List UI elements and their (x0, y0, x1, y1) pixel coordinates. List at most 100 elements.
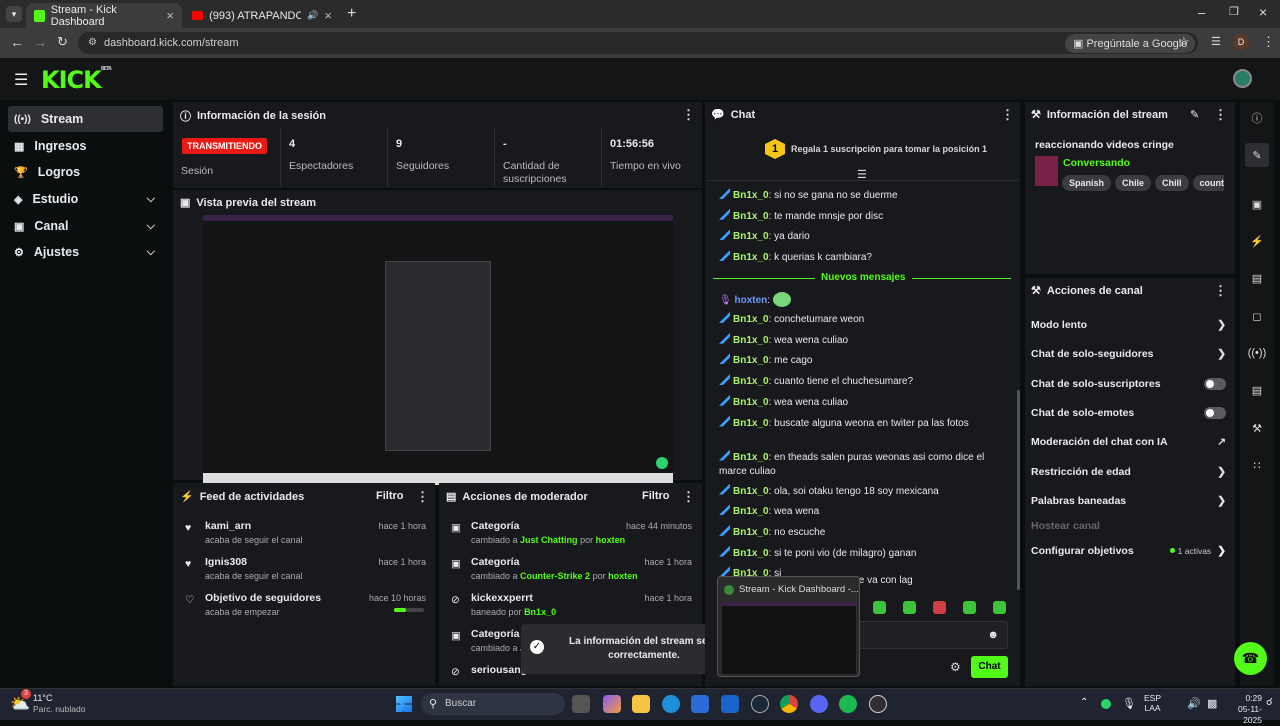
chat-username[interactable]: Bn1x_0 (733, 335, 769, 346)
sidebar-item-logros[interactable]: 🏆 Logros (8, 159, 163, 185)
clock[interactable]: 0:29 05-11-2025 (1220, 693, 1262, 726)
sub-leaderboard-prompt[interactable]: Regala 1 suscripción para tomar la posic… (791, 144, 987, 154)
clip-icon[interactable]: ▣ (1245, 192, 1269, 216)
lightning-icon[interactable]: ⚡ (1245, 229, 1269, 253)
sidebar-item-stream[interactable]: ((•)) Stream (8, 106, 163, 132)
profile-avatar[interactable]: D (1233, 34, 1249, 50)
bookmark-star-icon[interactable]: ☆ (1178, 34, 1190, 50)
forward-icon[interactable]: → (33, 34, 47, 50)
new-tab-button[interactable]: + (347, 5, 356, 23)
action-modo-lento[interactable]: Modo lento ❯ (1031, 319, 1226, 331)
tab-youtube[interactable]: (993) ATRAPANDO SEÑORE 🔊 × (184, 3, 340, 28)
store-icon[interactable] (691, 695, 709, 713)
speaker-icon[interactable]: 🔊 (307, 10, 318, 21)
action-configurar-objetivos[interactable]: Configurar objetivos 1 activas ❯ (1031, 545, 1226, 557)
sidebar-item-canal[interactable]: ▣ Canal ⌵ (8, 213, 163, 239)
discord-icon[interactable] (810, 695, 828, 713)
more-options-icon[interactable]: ⋮ (1214, 107, 1227, 123)
more-options-icon[interactable]: ⋮ (416, 489, 429, 505)
tab-hover-preview[interactable]: Stream - Kick Dashboard -... (717, 576, 860, 677)
chat-username[interactable]: Bn1x_0 (733, 211, 769, 222)
chat-username[interactable]: Bn1x_0 (733, 506, 769, 517)
stream-preview-video[interactable] (203, 215, 673, 485)
tab-kick-dashboard[interactable]: Stream - Kick Dashboard × (26, 3, 182, 28)
chat-settings-icon[interactable]: ⚙ (950, 660, 961, 674)
emote-icon[interactable] (873, 601, 886, 614)
chat-username[interactable]: Bn1x_0 (733, 548, 769, 559)
chat-username[interactable]: Bn1x_0 (733, 252, 769, 263)
task-view-icon[interactable] (572, 695, 590, 713)
edit-pencil-icon[interactable]: ✎ (1190, 108, 1199, 121)
tag[interactable]: countertrik (1192, 175, 1224, 191)
reload-icon[interactable]: ↻ (57, 34, 68, 50)
microphone-icon[interactable]: 🎙 (1122, 697, 1136, 710)
outlook-icon[interactable] (721, 695, 739, 713)
chat-input[interactable]: ☻ (858, 621, 1008, 649)
volume-icon[interactable]: 🔊 (1187, 697, 1201, 710)
more-options-icon[interactable]: ⋮ (682, 107, 695, 123)
language-indicator[interactable]: ESP LAA (1144, 693, 1161, 713)
chat-username[interactable]: Bn1x_0 (733, 355, 769, 366)
obs-icon[interactable] (869, 695, 887, 713)
action-restriccion-edad[interactable]: Restricción de edad ❯ (1031, 466, 1226, 478)
category-name[interactable]: Conversando (1063, 157, 1130, 169)
emoji-picker-icon[interactable]: ☻ (987, 629, 999, 641)
chat-username[interactable]: Bn1x_0 (733, 452, 769, 463)
feed-filter-button[interactable]: Filtro (376, 490, 404, 502)
action-moderacion-ia[interactable]: Moderación del chat con IA ↗ (1031, 436, 1226, 448)
reading-list-icon[interactable]: ☰ (1211, 35, 1221, 48)
user-avatar[interactable] (1233, 69, 1252, 88)
hamburger-menu-icon[interactable]: ☰ (14, 70, 28, 90)
notification-icon[interactable]: ☌ (1266, 697, 1273, 708)
sidebar-item-estudio[interactable]: ◈ Estudio ⌵ (8, 186, 163, 212)
maximize-button[interactable]: ❐ (1229, 5, 1239, 18)
toggle-switch[interactable] (1204, 407, 1226, 419)
notes-icon[interactable]: ▤ (1245, 266, 1269, 290)
battery-icon[interactable]: ▩ (1207, 697, 1217, 710)
mod-filter-button[interactable]: Filtro (642, 490, 670, 502)
chrome-menu-icon[interactable]: ⋮ (1262, 34, 1275, 50)
chat-username[interactable]: Bn1x_0 (733, 418, 769, 429)
tab-list-button[interactable]: ▾ (6, 6, 22, 22)
kick-logo[interactable]: KICKBETA (41, 66, 112, 94)
sidebar-item-ajustes[interactable]: ⚙ Ajustes ⌵ (8, 239, 163, 265)
spotify-icon[interactable] (839, 695, 857, 713)
ask-google-button[interactable]: ▣ Pregúntale a Google (1065, 34, 1196, 53)
tag[interactable]: Spanish (1062, 175, 1112, 191)
chat-scrollbar[interactable] (1017, 390, 1020, 590)
chat-username[interactable]: Bn1x_0 (733, 397, 769, 408)
steam-icon[interactable] (751, 695, 769, 713)
site-info-icon[interactable]: ⚙ (88, 37, 97, 48)
chat-username[interactable]: hoxten (734, 295, 767, 306)
more-options-icon[interactable]: ⋮ (1214, 283, 1227, 299)
chat-username[interactable]: Bn1x_0 (733, 314, 769, 325)
more-options-icon[interactable]: ⋮ (1001, 107, 1014, 123)
close-icon[interactable]: × (166, 8, 174, 23)
tray-app-icon[interactable] (1101, 699, 1111, 709)
tray-expand-icon[interactable]: ⌃ (1080, 697, 1088, 708)
layout-icon[interactable]: ▤ (1245, 378, 1269, 402)
chat-username[interactable]: Bn1x_0 (733, 527, 769, 538)
help-button[interactable]: ☎ (1234, 642, 1267, 675)
close-icon[interactable]: × (324, 8, 332, 23)
action-chat-solo-seguidores[interactable]: Chat de solo-seguidores ❯ (1031, 348, 1226, 360)
emote-icon[interactable] (903, 601, 916, 614)
emote-icon[interactable] (933, 601, 946, 614)
sidebar-item-ingresos[interactable]: ▦ Ingresos (8, 133, 163, 159)
url-input[interactable]: dashboard.kick.com/stream (78, 32, 1198, 54)
taskbar-search[interactable]: ⚲ Buscar (421, 693, 565, 715)
chat-username[interactable]: Bn1x_0 (733, 486, 769, 497)
chat-username[interactable]: Bn1x_0 (733, 231, 769, 242)
tag[interactable]: Chile (1115, 175, 1152, 191)
edge-icon[interactable] (662, 695, 680, 713)
action-palabras-baneadas[interactable]: Palabras baneadas ❯ (1031, 495, 1226, 507)
emote-icon[interactable] (993, 601, 1006, 614)
close-window-button[interactable]: × (1259, 4, 1267, 20)
file-explorer-icon[interactable] (632, 695, 650, 713)
toggle-switch[interactable] (1204, 378, 1226, 390)
info-icon[interactable]: ⓘ (1245, 106, 1269, 130)
minimize-button[interactable]: – (1198, 5, 1205, 20)
apps-icon[interactable]: ∷ (1245, 453, 1269, 477)
tag[interactable]: Chill (1155, 175, 1189, 191)
broadcast-icon[interactable]: ((•)) (1245, 341, 1269, 365)
